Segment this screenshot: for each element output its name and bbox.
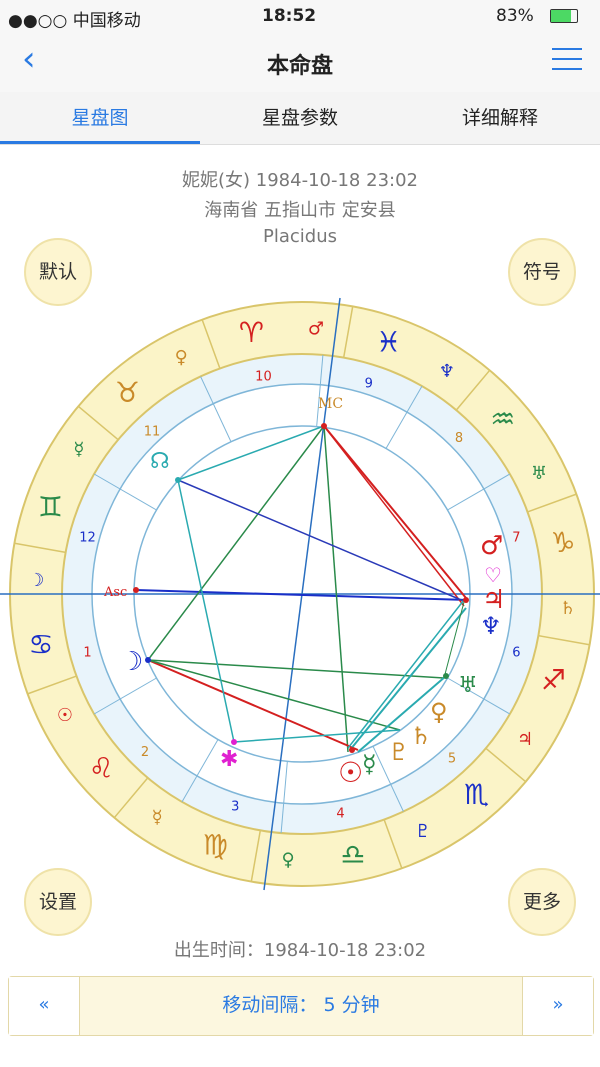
sign-ruler-icon: ☽ — [28, 570, 44, 591]
zodiac-sign-icon: ♐ — [541, 664, 566, 697]
time-step-bar: « 移动间隔： 5 分钟 » — [8, 976, 594, 1036]
zodiac-sign-icon: ♎ — [340, 838, 365, 871]
house-number: 3 — [231, 800, 239, 815]
zodiac-sign-icon: ♋ — [28, 628, 53, 661]
sign-ruler-icon: ☉ — [57, 705, 73, 726]
eros-icon: ♡ — [484, 563, 502, 587]
pluto-planet-icon: ♇ — [388, 738, 410, 766]
house-system-info: Placidus — [263, 226, 337, 247]
sign-ruler-icon: ☿ — [73, 439, 84, 460]
tab-chart[interactable]: 星盘图 — [0, 92, 200, 144]
asc-label: Asc — [103, 585, 127, 600]
tab-parameters[interactable]: 星盘参数 — [200, 92, 400, 144]
sign-ruler-icon: ♅ — [531, 463, 547, 484]
moon-planet-icon: ☽ — [120, 647, 143, 677]
zodiac-sign-icon: ♌ — [89, 752, 114, 785]
sign-ruler-icon: ♄ — [560, 598, 576, 619]
house-number: 10 — [255, 369, 272, 384]
house-number: 12 — [79, 531, 96, 546]
battery-icon — [550, 9, 578, 23]
zodiac-sign-icon: ♏ — [464, 778, 489, 811]
settings-button[interactable]: 设置 — [24, 868, 92, 936]
jupiter-planet-icon: ♃ — [482, 585, 505, 615]
carrier-label: ●●○○ 中国移动 — [8, 11, 141, 31]
house-number: 9 — [365, 376, 373, 391]
step-back-button[interactable]: « — [9, 977, 80, 1035]
venus-planet-icon: ♀ — [430, 698, 448, 726]
house-number: 7 — [512, 531, 520, 546]
house-number: 2 — [141, 745, 149, 760]
sign-ruler-icon: ♃ — [517, 729, 533, 750]
natal-chart[interactable]: MC Asc ♈ ♂ ♉ ♀ ♊ ☿ ♋ ☽ ♌ ☉ ♍ ☿ ♎ ♀ ♏ ♇ ♐ ♃ ♑ ♄ ♒ ♅ ♓ ♆ 12345678… — [0, 290, 600, 900]
zodiac-sign-icon: ♑ — [551, 526, 576, 559]
saturn-planet-icon: ♄ — [410, 722, 432, 750]
sign-ruler-icon: ♀ — [281, 850, 294, 871]
tab-details[interactable]: 详细解释 — [400, 92, 600, 144]
more-button[interactable]: 更多 — [508, 868, 576, 936]
mc-label: MC — [318, 396, 343, 412]
status-bar: ●●○○ 中国移动 18:52 83% — [0, 0, 600, 32]
person-info: 妮妮(女) 1984-10-18 23:02 — [182, 170, 418, 191]
house-number: 8 — [455, 431, 463, 446]
north-node-icon: ☊ — [150, 449, 170, 474]
location-info: 海南省 五指山市 定安县 — [204, 200, 396, 221]
step-interval-label[interactable]: 移动间隔： 5 分钟 — [79, 977, 523, 1035]
sign-ruler-icon: ♀ — [175, 347, 188, 368]
house-number: 6 — [512, 645, 520, 660]
mercury-planet-icon: ☿ — [362, 750, 377, 778]
sign-ruler-icon: ♆ — [439, 361, 455, 382]
lilith-icon: ✱ — [220, 747, 238, 772]
zodiac-sign-icon: ♓ — [376, 325, 401, 358]
mars-planet-icon: ♂ — [480, 531, 503, 561]
zodiac-sign-icon: ♍ — [203, 829, 228, 862]
house-number: 1 — [83, 645, 91, 660]
zodiac-sign-icon: ♒ — [490, 402, 515, 435]
uranus-planet-icon: ♅ — [458, 673, 478, 698]
sign-ruler-icon: ♂ — [308, 318, 324, 339]
house-number: 5 — [448, 752, 456, 767]
zodiac-sign-icon: ♊ — [38, 490, 63, 523]
zodiac-sign-icon: ♉ — [115, 376, 140, 409]
house-number: 11 — [144, 424, 161, 439]
battery-percent: 83% — [496, 6, 534, 26]
tab-bar: 星盘图 星盘参数 详细解释 — [0, 92, 600, 145]
birth-time-label: 出生时间：1984-10-18 23:02 — [173, 940, 427, 961]
clock-label: 18:52 — [262, 6, 317, 26]
step-forward-button[interactable]: » — [522, 977, 593, 1035]
sun-planet-icon: ☉ — [338, 756, 363, 789]
sign-ruler-icon: ♇ — [415, 821, 431, 842]
nav-bar: ‹ 本命盘 — [0, 32, 600, 92]
neptune-planet-icon: ♆ — [480, 612, 502, 640]
zodiac-sign-icon: ♈ — [239, 316, 264, 349]
page-title: 本命盘 — [266, 54, 333, 79]
chart-wheel: MC Asc ♈ ♂♉♀♊☿♋☽♌☉♍☿♎♀♏♇♐♃♑♄♒♅♓♆ 123 45678… — [0, 297, 600, 891]
house-number: 4 — [336, 807, 344, 822]
hamburger-menu-icon[interactable] — [552, 48, 582, 72]
sign-ruler-icon: ☿ — [152, 807, 163, 828]
